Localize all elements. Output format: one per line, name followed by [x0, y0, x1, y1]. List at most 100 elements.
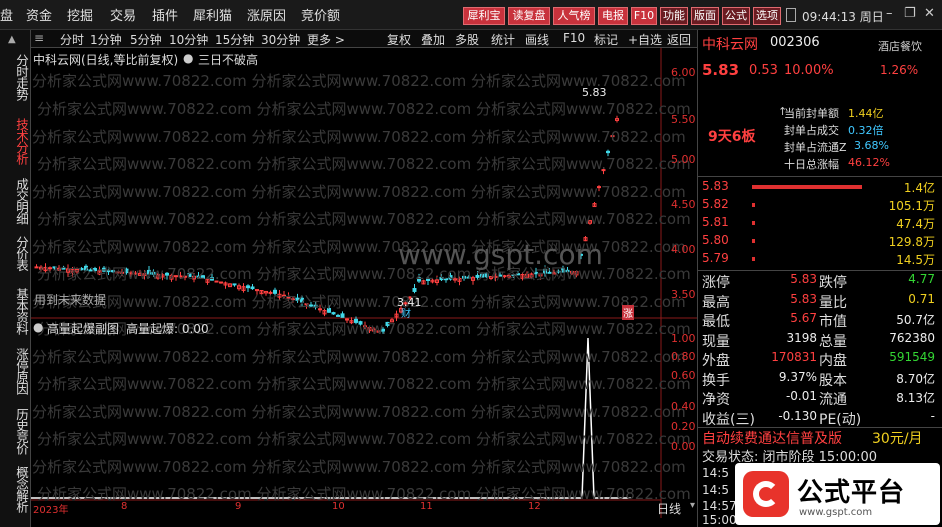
- menu-mining[interactable]: 挖掘: [67, 5, 93, 24]
- tick-time: 14:5: [702, 466, 729, 480]
- candle-body: [385, 321, 390, 326]
- stat-label: 最低: [702, 314, 730, 330]
- menu-plugins[interactable]: 插件: [152, 5, 178, 24]
- order-volume-bar: [752, 239, 755, 243]
- review-button[interactable]: 读复盘: [508, 7, 550, 25]
- formula-button[interactable]: 公式: [722, 7, 750, 25]
- tab-history-auction[interactable]: 历史竞价: [4, 408, 29, 454]
- candle-body: [597, 186, 601, 189]
- menu-zhang-reason[interactable]: 涨原因: [247, 5, 286, 24]
- stat-label: 股本: [819, 372, 847, 389]
- y-tick: 5.00: [671, 153, 696, 166]
- popularity-button[interactable]: 人气榜: [553, 7, 595, 25]
- minimize-icon[interactable]: –: [886, 6, 893, 21]
- price-change: 0.53: [749, 63, 778, 78]
- limit-up-tag[interactable]: 涨: [622, 305, 634, 320]
- stats-button[interactable]: 统计: [491, 31, 515, 48]
- stat-value: 591549: [889, 350, 935, 364]
- period-minute[interactable]: 分时: [60, 31, 84, 48]
- logo-text: 公式平台: [797, 478, 906, 508]
- tab-price-table[interactable]: 分价表: [4, 236, 29, 271]
- sub-y-tick: 0.80: [671, 350, 696, 363]
- close-icon[interactable]: ✕: [924, 6, 935, 21]
- tab-trade-detail[interactable]: 成交明细: [4, 178, 29, 224]
- candle-body: [480, 273, 484, 278]
- period-30min[interactable]: 30分钟: [261, 31, 300, 48]
- candle-body: [214, 280, 219, 283]
- sub-y-tick: 1.00: [671, 332, 696, 345]
- stat-value: 9.37%: [778, 369, 817, 384]
- mark-button[interactable]: 标记: [594, 31, 618, 48]
- menu-trade[interactable]: 交易: [110, 5, 136, 24]
- f10-toolbar-button[interactable]: F10: [563, 31, 585, 45]
- tab-fundamentals[interactable]: 基本资料: [4, 288, 29, 334]
- candle-body: [331, 312, 336, 315]
- period-dropdown-icon[interactable]: ▾: [690, 500, 695, 511]
- tab-limit-reason[interactable]: 涨停原因: [4, 348, 29, 394]
- stat-label: 现量: [702, 333, 730, 350]
- candle-body: [102, 267, 106, 272]
- menu-xilimao[interactable]: 犀利猫: [193, 5, 232, 24]
- period-10min[interactable]: 10分钟: [169, 31, 208, 48]
- logo-card: 公式平台 www.gspt.com: [735, 463, 940, 525]
- order-price: 5.80: [702, 233, 729, 247]
- candle-body: [120, 271, 124, 274]
- candle-body: [444, 278, 448, 281]
- xilibao-button[interactable]: 犀利宝: [463, 7, 505, 25]
- menu-icon[interactable]: ≡: [34, 31, 44, 45]
- tab-intraday[interactable]: 分时走势: [4, 54, 29, 100]
- multi-stock-button[interactable]: 多股: [455, 31, 479, 48]
- logo-url: www.gspt.com: [799, 507, 873, 518]
- candle-body: [358, 321, 363, 325]
- function-button[interactable]: 功能: [660, 7, 688, 25]
- tab-concept[interactable]: 概念解析: [4, 466, 29, 512]
- draw-line-button[interactable]: 画线: [525, 31, 549, 48]
- stat-label: 内盘: [819, 353, 847, 369]
- order-price: 5.81: [702, 215, 729, 229]
- adjust-button[interactable]: 复权: [387, 31, 411, 48]
- candle-body: [426, 278, 430, 281]
- kline-chart[interactable]: [31, 48, 697, 518]
- layout-button[interactable]: 版面: [691, 7, 719, 25]
- back-button[interactable]: 返回: [667, 31, 691, 48]
- sector-name[interactable]: 酒店餐饮: [878, 38, 922, 54]
- telegraph-button[interactable]: 电报: [598, 7, 628, 25]
- sector-pct: 1.26%: [880, 63, 919, 77]
- period-selector[interactable]: 日线: [657, 500, 681, 517]
- candle-body: [178, 275, 183, 278]
- lock-icon[interactable]: [786, 8, 796, 22]
- menu-pan[interactable]: 盘: [0, 5, 13, 24]
- chart-toolbar: ≡ 分时 1分钟 5分钟 10分钟 15分钟 30分钟 更多 > 复权 叠加 多…: [31, 30, 697, 48]
- options-button[interactable]: 选项: [753, 7, 781, 25]
- indicator-name: 三日不破高: [198, 53, 259, 67]
- period-1min[interactable]: 1分钟: [90, 31, 122, 48]
- ad-text[interactable]: 自动续费通达信普及版: [702, 428, 842, 448]
- f10-button[interactable]: F10: [631, 7, 657, 25]
- collapse-arrow-icon[interactable]: ▲: [8, 34, 16, 45]
- add-watchlist-button[interactable]: +自选: [628, 31, 662, 48]
- menu-auction[interactable]: 竞价额: [301, 5, 340, 24]
- stat-value: 3198: [786, 330, 817, 345]
- candle-body: [295, 297, 300, 301]
- finance-tag[interactable]: 财: [401, 305, 411, 320]
- candle-body: [48, 267, 52, 270]
- period-15min[interactable]: 15分钟: [215, 31, 254, 48]
- candle-body: [111, 270, 115, 273]
- order-volume-bar: [752, 221, 755, 225]
- ad-price[interactable]: 30元/月: [872, 428, 923, 448]
- order-volume: 105.1万: [888, 199, 935, 213]
- stat-value: 0.71: [908, 291, 935, 306]
- candle-body: [340, 313, 345, 318]
- candle-body: [502, 275, 507, 278]
- restore-icon[interactable]: ❐: [904, 6, 916, 21]
- candle-body: [556, 270, 561, 273]
- y-tick: 4.00: [671, 243, 696, 256]
- period-more[interactable]: 更多 >: [307, 31, 345, 48]
- candle-body: [151, 271, 156, 275]
- overlay-button[interactable]: 叠加: [421, 31, 445, 48]
- menu-funds[interactable]: 资金: [26, 5, 52, 24]
- period-5min[interactable]: 5分钟: [130, 31, 162, 48]
- indicator-dot-icon: ●: [183, 51, 194, 65]
- sub-indicator-line: [31, 337, 631, 499]
- tab-technical[interactable]: 技术分析: [4, 118, 29, 164]
